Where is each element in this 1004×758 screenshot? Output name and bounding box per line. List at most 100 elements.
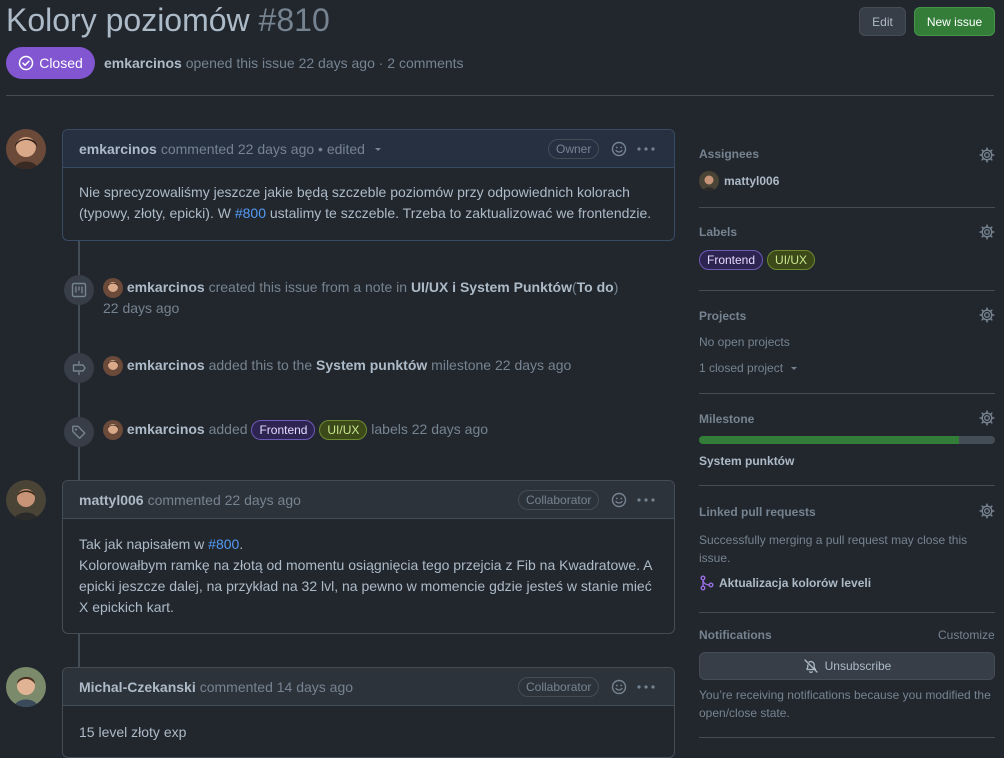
customize-link[interactable]: Customize xyxy=(938,628,995,642)
milestone-link[interactable]: System punktów xyxy=(316,357,427,373)
notifications-text: open/close state. xyxy=(699,706,790,720)
avatar[interactable] xyxy=(6,480,46,520)
issue-link[interactable]: #800 xyxy=(235,205,266,221)
label-frontend[interactable]: Frontend xyxy=(251,420,316,441)
comment: emkarcinos commented 22 days ago • edite… xyxy=(62,129,675,241)
event-actor[interactable]: emkarcinos xyxy=(127,279,205,295)
milestone-event-icon xyxy=(64,353,94,383)
milestone-icon xyxy=(72,361,86,375)
event-actor[interactable]: emkarcinos xyxy=(127,357,205,373)
comment-text: epicki jeszcze dalej, na przykład na 32 … xyxy=(79,578,652,594)
gear-icon[interactable] xyxy=(979,224,995,240)
gear-icon[interactable] xyxy=(979,147,995,163)
comment-text-part: Tak jak napisałem w xyxy=(79,536,209,552)
assignee-item[interactable]: mattyl006 xyxy=(699,171,779,191)
event-text: ) xyxy=(613,279,619,295)
role-badge: Collaborator xyxy=(518,490,600,510)
event-text: created this issue from a note in xyxy=(208,279,408,295)
comment-text: X epickich kart. xyxy=(79,599,174,615)
issue-meta-text: opened this issue 22 days ago · 2 commen… xyxy=(185,55,464,71)
linked-pr-name: Aktualizacja kolorów leveli xyxy=(719,576,872,590)
comment-body: Tak jak napisałem w #800. Kolorowałbym r… xyxy=(63,519,674,632)
avatar[interactable] xyxy=(103,278,123,299)
label-frontend[interactable]: Frontend xyxy=(699,250,764,270)
comment-header: mattyl006 commented 22 days ago Collabor… xyxy=(63,481,674,519)
issue-number: #810 xyxy=(258,2,330,38)
label-ui-ux[interactable]: UI/UX xyxy=(767,250,816,270)
projects-heading[interactable]: Projects xyxy=(699,309,746,323)
issue-link[interactable]: #800 xyxy=(208,536,239,552)
comment-author[interactable]: mattyl006 xyxy=(79,492,144,508)
event-text: milestone 22 days ago xyxy=(431,357,572,373)
timeline-event: emkarcinos added Frontend UI/UX labels 2… xyxy=(103,419,488,441)
notifications-heading: Notifications xyxy=(699,628,772,642)
bell-slash-icon xyxy=(803,659,818,673)
event-time: 22 days ago xyxy=(103,300,180,317)
emoji-reaction-icon[interactable] xyxy=(611,679,627,695)
comment-meta: commented 22 days ago • edited xyxy=(160,140,365,157)
comment-header: emkarcinos commented 22 days ago • edite… xyxy=(63,130,674,168)
assignees-heading[interactable]: Assignees xyxy=(699,147,759,161)
avatar[interactable] xyxy=(103,356,123,377)
milestone-heading[interactable]: Milestone xyxy=(699,412,754,426)
milestone-progress-fill xyxy=(699,436,960,444)
avatar[interactable] xyxy=(6,129,46,169)
avatar[interactable] xyxy=(103,420,123,441)
assignee-name: mattyl006 xyxy=(724,174,780,188)
tag-icon xyxy=(72,425,86,439)
sidebar-divider xyxy=(699,393,995,394)
edit-button[interactable]: Edit xyxy=(859,7,906,36)
comment-text: Tak jak napisałem w #800. xyxy=(79,534,658,555)
caret-down-icon[interactable] xyxy=(373,144,383,154)
comment-text: (typowy, złoty, epicki). W #800 ustalimy… xyxy=(79,203,658,224)
closed-projects-toggle[interactable]: 1 closed project xyxy=(699,361,799,375)
linked-pr-item[interactable]: Aktualizacja kolorów leveli xyxy=(699,575,871,591)
new-issue-button[interactable]: New issue xyxy=(914,7,995,36)
role-badge: Collaborator xyxy=(518,677,600,697)
comment-header: Michal-Czekanski commented 14 days ago C… xyxy=(63,668,674,706)
gear-icon[interactable] xyxy=(979,410,995,426)
label-ui-ux[interactable]: UI/UX xyxy=(319,420,368,441)
linked-pr-heading[interactable]: Linked pull requests xyxy=(699,505,816,519)
kebab-icon[interactable] xyxy=(637,147,655,151)
kebab-icon[interactable] xyxy=(637,685,655,689)
sidebar-divider xyxy=(699,207,995,208)
issue-title-text: Kolory poziomów xyxy=(6,2,250,38)
milestone-progress-bar xyxy=(699,436,995,444)
comment-meta: commented 22 days ago xyxy=(147,491,301,508)
comment: Michal-Czekanski commented 14 days ago C… xyxy=(62,667,675,758)
gear-icon[interactable] xyxy=(979,307,995,323)
gear-icon[interactable] xyxy=(979,503,995,519)
milestone-name[interactable]: System punktów xyxy=(699,454,794,468)
project-link[interactable]: UI/UX i System Punktów xyxy=(411,279,572,295)
caret-down-icon xyxy=(791,367,798,370)
comment: mattyl006 commented 22 days ago Collabor… xyxy=(62,480,675,634)
comment-body: Nie sprecyzowaliśmy jeszcze jakie będą s… xyxy=(63,168,674,238)
sidebar-divider xyxy=(699,290,995,291)
no-open-projects: No open projects xyxy=(699,335,790,349)
project-icon xyxy=(71,282,87,298)
comment-text-part: . xyxy=(239,536,244,552)
labels-heading[interactable]: Labels xyxy=(699,225,737,239)
emoji-reaction-icon[interactable] xyxy=(611,141,627,157)
project-event-icon xyxy=(64,275,94,305)
comment-author[interactable]: emkarcinos xyxy=(79,141,157,157)
event-actor[interactable]: emkarcinos xyxy=(127,421,205,437)
avatar[interactable] xyxy=(6,667,46,707)
emoji-reaction-icon[interactable] xyxy=(611,492,627,508)
timeline-event: emkarcinos added this to the System punk… xyxy=(103,355,572,377)
unsubscribe-label: Unsubscribe xyxy=(824,659,892,673)
sidebar-divider xyxy=(699,737,995,738)
comment-author[interactable]: Michal-Czekanski xyxy=(79,679,196,695)
kebab-icon[interactable] xyxy=(637,498,655,502)
comment-meta: commented 14 days ago xyxy=(199,678,354,695)
git-merge-icon xyxy=(700,575,714,591)
issue-author-link[interactable]: emkarcinos xyxy=(104,55,182,71)
comment-text-part: ustalimy te szczeble. Trzeba to zaktuali… xyxy=(266,205,652,221)
label-event-icon xyxy=(64,417,94,447)
event-text: added xyxy=(208,421,248,437)
unsubscribe-button[interactable]: Unsubscribe xyxy=(699,652,995,680)
status-badge: Closed xyxy=(6,47,95,79)
linked-pr-description: Successfully merging a pull request may … xyxy=(699,531,967,567)
comment-text-part: (typowy, złoty, epicki). W xyxy=(79,205,235,221)
